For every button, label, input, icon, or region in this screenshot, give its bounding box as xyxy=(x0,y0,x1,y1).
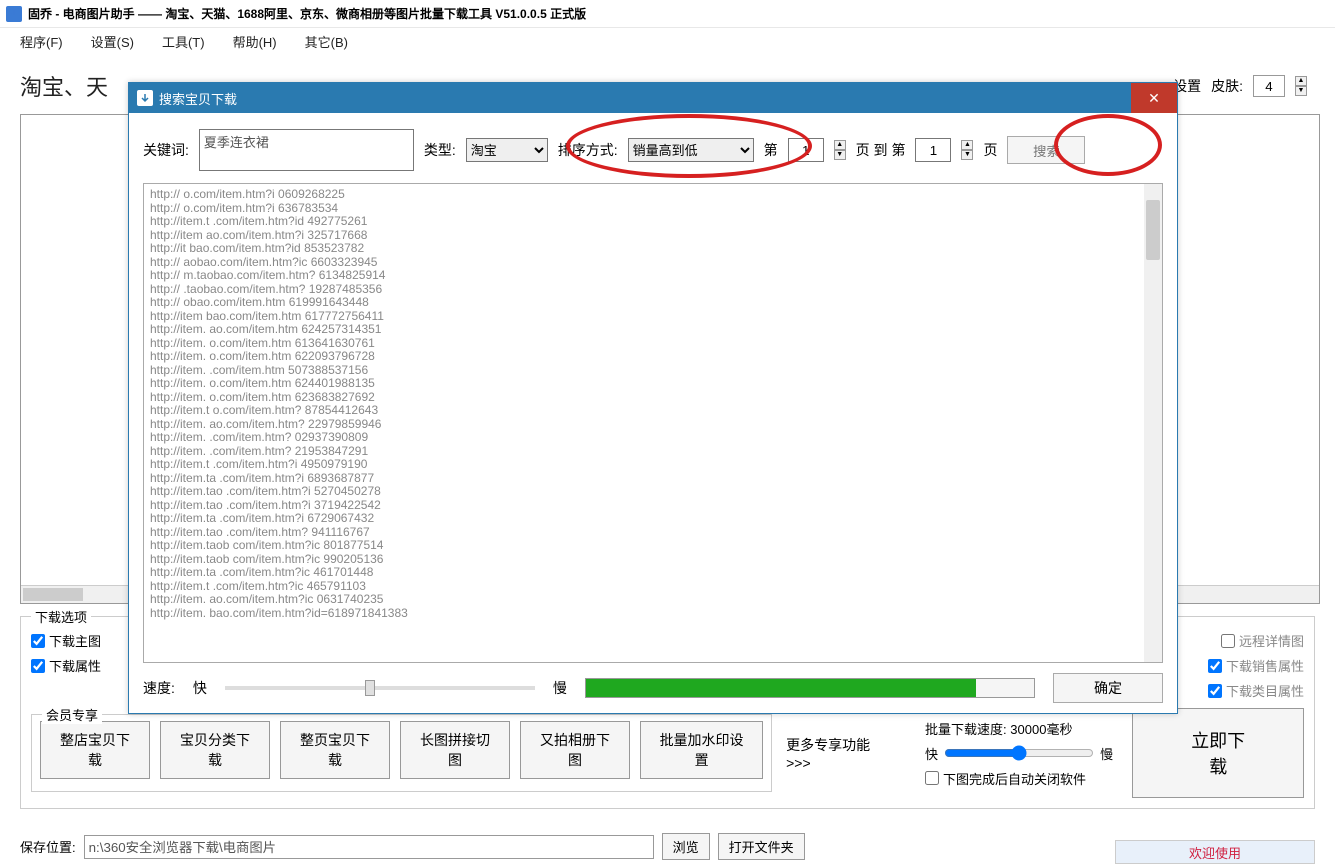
url-line: http:// o.com/item.htm?i 636783534 xyxy=(150,202,1142,216)
menu-program[interactable]: 程序(F) xyxy=(20,32,63,51)
url-line: http://item.ta .com/item.htm?i 689368787… xyxy=(150,472,1142,486)
url-line: http://item.t .com/item.htm?ic 465791103 xyxy=(150,580,1142,594)
save-path-input[interactable] xyxy=(84,835,654,859)
url-line: http:// .taobao.com/item.htm? 1928748535… xyxy=(150,283,1142,297)
chk-remote-detail[interactable] xyxy=(1221,634,1235,648)
url-line: http://item. o.com/item.htm 623683827692 xyxy=(150,391,1142,405)
bulk-speed-label: 批量下载速度: xyxy=(925,722,1007,737)
url-line: http://item. .com/item.htm? 02937390809 xyxy=(150,431,1142,445)
url-line: http://item.tao .com/item.htm?i 37194225… xyxy=(150,499,1142,513)
type-label: 类型: xyxy=(424,140,456,160)
dialog-close-button[interactable]: ✕ xyxy=(1131,83,1177,113)
url-line: http://item.taob com/item.htm?ic 9902051… xyxy=(150,553,1142,567)
url-line: http://item.tao .com/item.htm?i 52704502… xyxy=(150,485,1142,499)
dialog-title-text: 搜索宝贝下载 xyxy=(159,89,237,108)
url-line: http://item. ao.com/item.htm? 2297985994… xyxy=(150,418,1142,432)
url-line: http://item.ta .com/item.htm?ic 46170144… xyxy=(150,566,1142,580)
save-label: 保存位置: xyxy=(20,837,76,856)
progress-bar xyxy=(585,678,1035,698)
btn-long-img[interactable]: 长图拼接切图 xyxy=(400,721,510,779)
type-select[interactable]: 淘宝 xyxy=(466,138,548,162)
btn-watermark[interactable]: 批量加水印设置 xyxy=(640,721,763,779)
url-line: http://item.t .com/item.htm?i 4950979190 xyxy=(150,458,1142,472)
page-suffix: 页 xyxy=(983,140,997,160)
btn-upai-album[interactable]: 又拍相册下图 xyxy=(520,721,630,779)
window-title: 固乔 - 电商图片助手 —— 淘宝、天猫、1688阿里、京东、微商相册等图片批量… xyxy=(28,5,586,22)
member-legend: 会员专享 xyxy=(42,705,102,724)
dlg-slow-label: 慢 xyxy=(553,678,567,698)
bulk-speed-value: 30000毫秒 xyxy=(1010,722,1072,737)
url-line: http:// obao.com/item.htm 619991643448 xyxy=(150,296,1142,310)
url-line: http://item.taob com/item.htm?ic 8018775… xyxy=(150,539,1142,553)
sort-select[interactable]: 销量高到低 xyxy=(628,138,754,162)
url-line: http://item. ao.com/item.htm 62425731435… xyxy=(150,323,1142,337)
url-line: http://item. ao.com/item.htm?ic 06317402… xyxy=(150,593,1142,607)
keyword-input[interactable]: 夏季连衣裙 xyxy=(199,129,414,171)
page-mid-label: 页 到 第 xyxy=(856,140,906,160)
open-folder-button[interactable]: 打开文件夹 xyxy=(718,833,805,860)
speed-fast-label: 快 xyxy=(925,744,938,763)
browse-button[interactable]: 浏览 xyxy=(662,833,710,860)
page-heading: 淘宝、天 xyxy=(20,70,108,102)
page-to-input[interactable] xyxy=(915,138,951,162)
url-line: http://item bao.com/item.htm 61777275641… xyxy=(150,310,1142,324)
ok-button[interactable]: 确定 xyxy=(1053,673,1163,703)
skin-label: 皮肤: xyxy=(1211,76,1243,96)
download-now-button[interactable]: 立即下载 xyxy=(1132,708,1304,798)
title-bar: 固乔 - 电商图片助手 —— 淘宝、天猫、1688阿里、京东、微商相册等图片批量… xyxy=(0,0,1335,28)
page-from-input[interactable] xyxy=(788,138,824,162)
v-scrollbar[interactable] xyxy=(1144,184,1162,662)
chk-main-img[interactable] xyxy=(31,634,45,648)
chk-attr-img[interactable] xyxy=(31,659,45,673)
sort-label: 排序方式: xyxy=(558,140,618,160)
url-line: http://item ao.com/item.htm?i 325717668 xyxy=(150,229,1142,243)
url-results-box[interactable]: http:// o.com/item.htm?i 0609268225http:… xyxy=(143,183,1163,663)
btn-whole-page[interactable]: 整页宝贝下载 xyxy=(280,721,390,779)
more-features-link[interactable]: 更多专享功能>>> xyxy=(786,735,891,771)
menu-tools[interactable]: 工具(T) xyxy=(162,32,205,51)
search-button[interactable]: 搜索 xyxy=(1007,136,1085,164)
page-prefix: 第 xyxy=(764,140,778,160)
chk-sale-attr[interactable] xyxy=(1208,659,1222,673)
page-to-spinner[interactable]: ▲▼ xyxy=(961,140,973,160)
member-group: 会员专享 整店宝贝下载 宝贝分类下载 整页宝贝下载 长图拼接切图 又拍相册下图 … xyxy=(31,714,772,792)
app-icon xyxy=(6,6,22,22)
url-line: http:// o.com/item.htm?i 0609268225 xyxy=(150,188,1142,202)
url-line: http://item.ta .com/item.htm?i 672906743… xyxy=(150,512,1142,526)
btn-whole-store[interactable]: 整店宝贝下载 xyxy=(40,721,150,779)
options-legend: 下载选项 xyxy=(31,607,91,626)
url-line: http://item. o.com/item.htm 622093796728 xyxy=(150,350,1142,364)
btn-category-dl[interactable]: 宝贝分类下载 xyxy=(160,721,270,779)
menu-help[interactable]: 帮助(H) xyxy=(233,32,277,51)
dialog-title-bar[interactable]: 搜索宝贝下载 ✕ xyxy=(129,83,1177,113)
chk-auto-close[interactable] xyxy=(925,771,939,785)
url-line: http://item. .com/item.htm? 21953847291 xyxy=(150,445,1142,459)
url-line: http:// aobao.com/item.htm?ic 6603323945 xyxy=(150,256,1142,270)
url-line: http://item. .com/item.htm 507388537156 xyxy=(150,364,1142,378)
dlg-speed-slider[interactable] xyxy=(225,686,535,690)
menu-other[interactable]: 其它(B) xyxy=(305,32,348,51)
url-line: http:// m.taobao.com/item.htm? 613482591… xyxy=(150,269,1142,283)
bulk-speed-slider[interactable] xyxy=(944,745,1094,761)
dlg-speed-label: 速度: xyxy=(143,678,175,698)
dlg-fast-label: 快 xyxy=(193,678,207,698)
keyword-label: 关键词: xyxy=(143,140,189,160)
url-line: http://item.t o.com/item.htm? 8785441264… xyxy=(150,404,1142,418)
speed-slow-label: 慢 xyxy=(1100,744,1113,763)
url-line: http://item. o.com/item.htm 624401988135 xyxy=(150,377,1142,391)
url-line: http://it bao.com/item.htm?id 853523782 xyxy=(150,242,1142,256)
url-line: http://item. o.com/item.htm 613641630761 xyxy=(150,337,1142,351)
skin-input[interactable] xyxy=(1253,75,1285,97)
status-bar: 欢迎使用 xyxy=(1115,840,1315,864)
menu-settings[interactable]: 设置(S) xyxy=(91,32,134,51)
chk-cat-attr[interactable] xyxy=(1208,684,1222,698)
skin-spinner[interactable]: ▲▼ xyxy=(1295,76,1307,96)
url-line: http://item.tao .com/item.htm? 941116767 xyxy=(150,526,1142,540)
url-line: http://item. bao.com/item.htm?id=6189718… xyxy=(150,607,1142,621)
dialog-icon xyxy=(137,90,153,106)
url-line: http://item.t .com/item.htm?id 492775261 xyxy=(150,215,1142,229)
menu-bar: 程序(F) 设置(S) 工具(T) 帮助(H) 其它(B) xyxy=(0,28,1335,54)
page-from-spinner[interactable]: ▲▼ xyxy=(834,140,846,160)
search-dialog: 搜索宝贝下载 ✕ 关键词: 夏季连衣裙 类型: 淘宝 排序方式: 销量高到低 第… xyxy=(128,82,1178,714)
